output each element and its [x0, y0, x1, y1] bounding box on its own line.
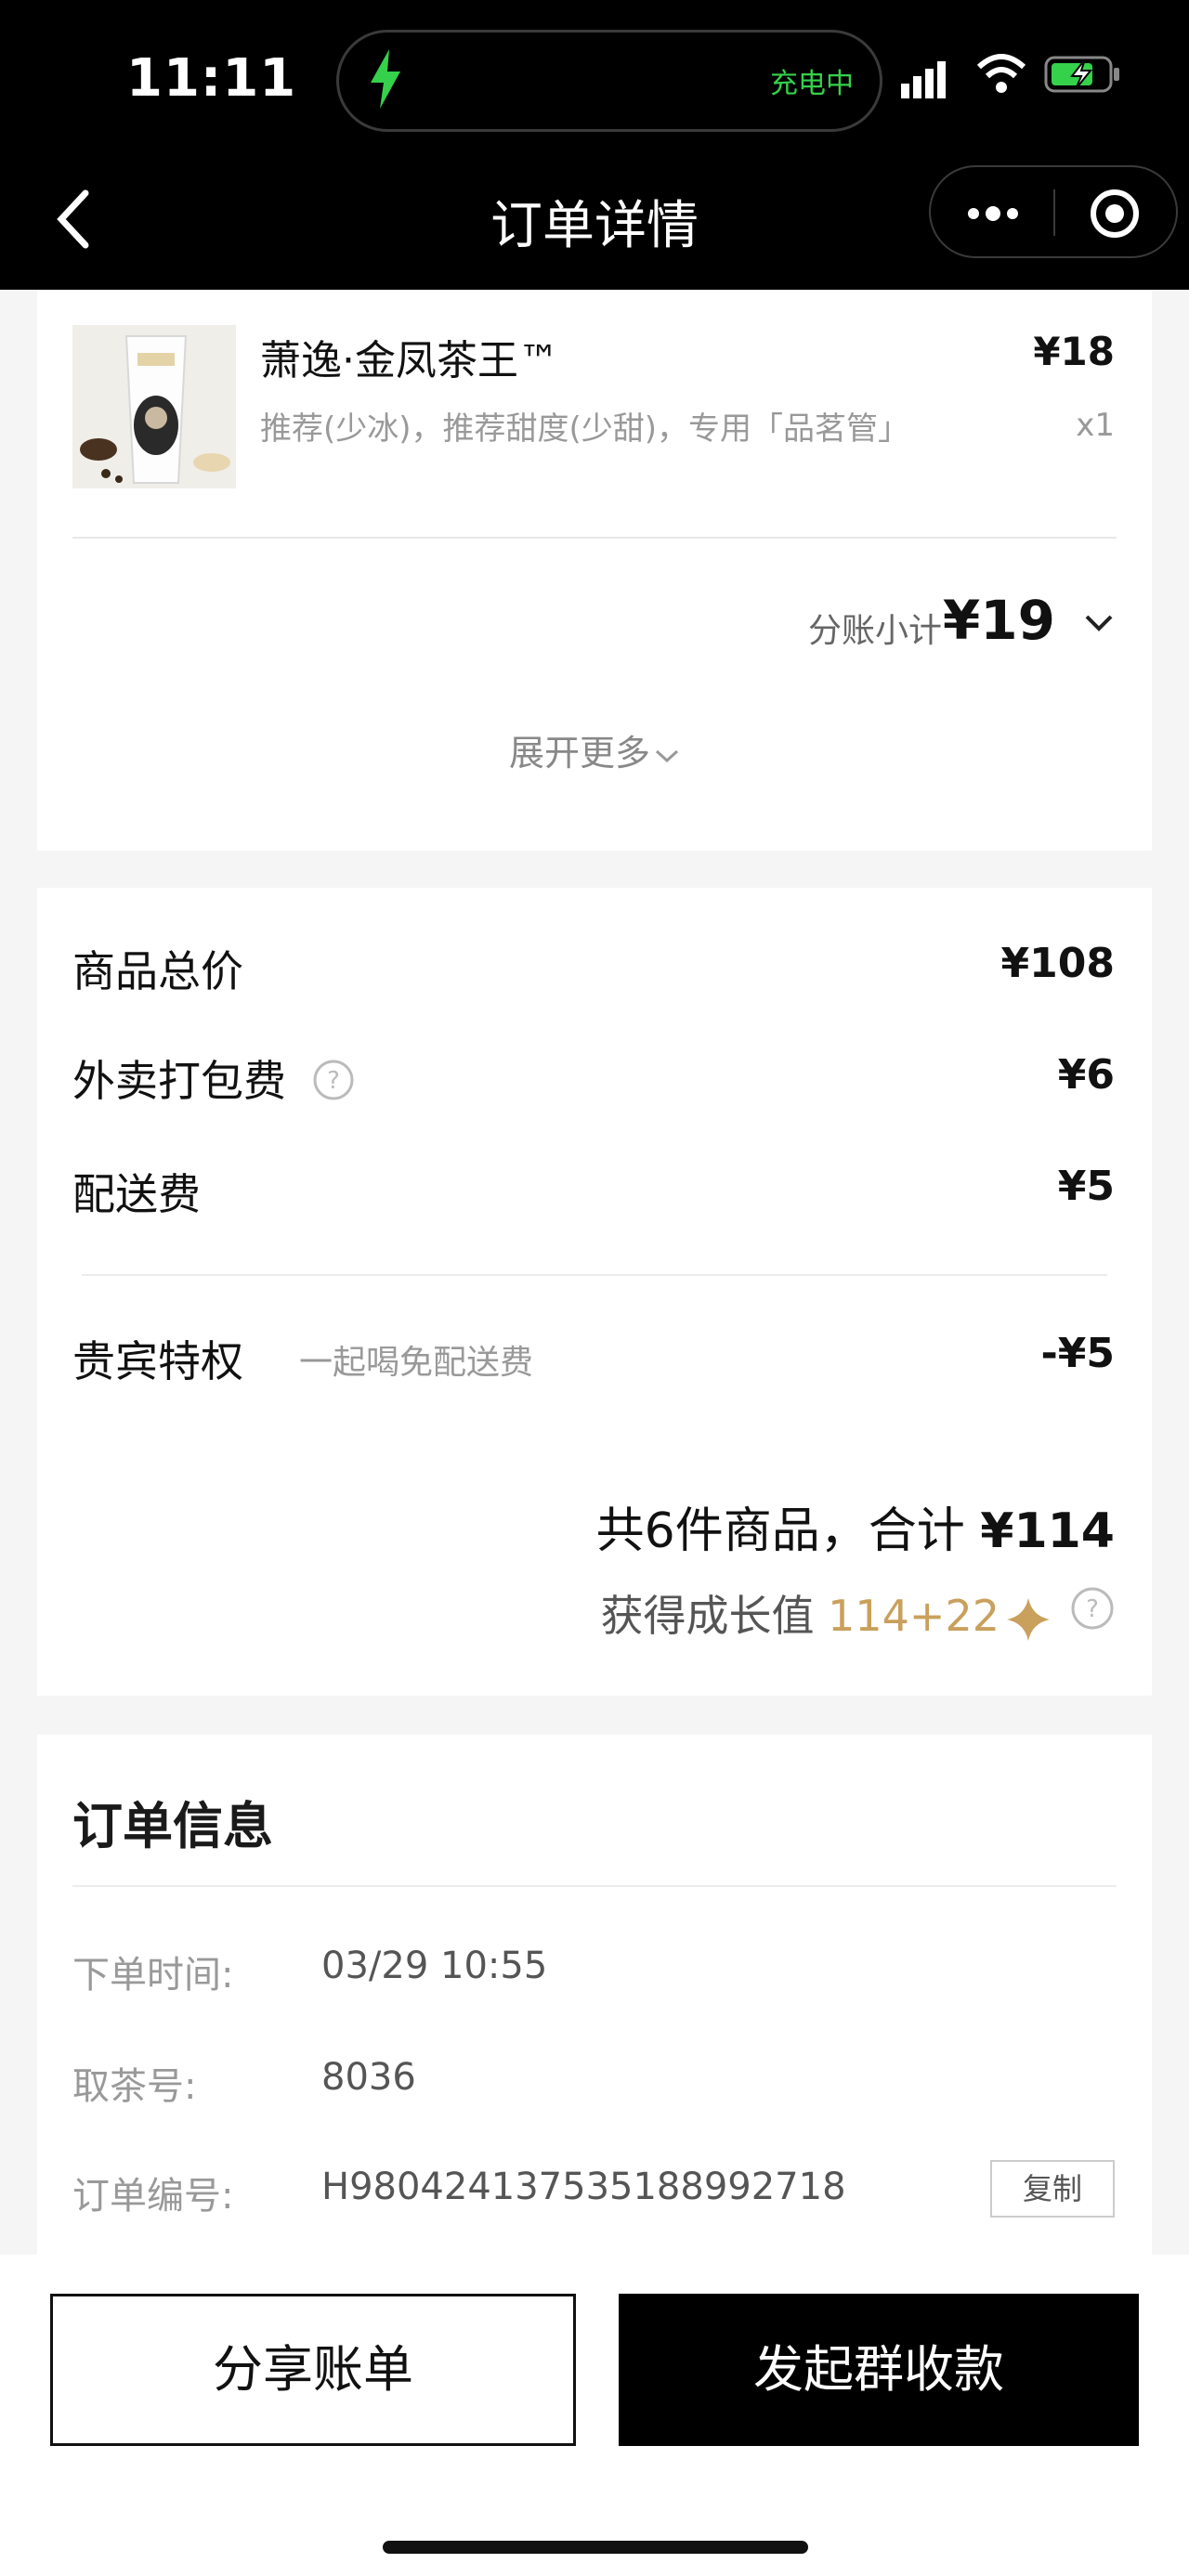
bottom-action-bar: 分享账单 发起群收款 [0, 2255, 1189, 2576]
divider [72, 1885, 1117, 1887]
goods-total-value: ¥108 [1000, 940, 1115, 987]
more-dots-icon[interactable] [966, 201, 1020, 227]
order-info-title: 订单信息 [72, 1797, 273, 1855]
item-options: 推荐(少冰)，推荐甜度(少甜)，专用「品茗管」 [260, 410, 910, 448]
battery-icon [1044, 56, 1119, 93]
svg-text:?: ? [327, 1067, 340, 1095]
chevron-down-icon[interactable] [1083, 611, 1115, 635]
growth-value: 114+22 [828, 1591, 1000, 1641]
total-value: ¥114 [980, 1503, 1115, 1559]
pickup-number-value: 8036 [321, 2056, 416, 2099]
delivery-fee-value: ¥5 [1057, 1163, 1115, 1210]
target-icon[interactable] [1089, 188, 1141, 240]
order-info-card: 订单信息 下单时间: 03/29 10:55 取茶号: 8036 订单编号: H… [37, 1735, 1152, 2255]
group-collect-button[interactable]: 发起群收款 [619, 2294, 1139, 2446]
order-number-value: H980424137535188992718 [321, 2166, 846, 2208]
signal-icon [901, 61, 946, 98]
divider [72, 537, 1117, 539]
item-quantity: x1 [1076, 407, 1115, 444]
expand-more-button[interactable]: 展开更多 [37, 724, 1152, 775]
total-prefix: 共6件商品，合计 [595, 1503, 965, 1559]
divider [82, 1274, 1107, 1276]
wifi-icon [977, 54, 1026, 93]
sparkle-icon [1007, 1597, 1050, 1641]
packing-fee-value: ¥6 [1057, 1051, 1115, 1099]
help-icon[interactable]: ? [312, 1059, 355, 1101]
growth-label: 获得成长值 [600, 1591, 815, 1641]
order-time-value: 03/29 10:55 [321, 1945, 548, 1987]
split-subtotal-label: 分账小计 [807, 612, 942, 650]
growth-summary: 获得成长值 114+22 [600, 1582, 1050, 1644]
vip-privilege-desc: 一起喝免配送费 [299, 1344, 534, 1382]
charging-label: 充电中 [770, 68, 854, 100]
order-number-label: 订单编号: [72, 2175, 234, 2218]
chevron-down-icon [655, 749, 679, 762]
dynamic-island: 充电中 [336, 30, 882, 132]
total-summary: 共6件商品，合计 ¥114 [596, 1491, 1115, 1561]
order-time-label: 下单时间: [72, 1954, 234, 1997]
vip-privilege-label: 贵宾特权 [72, 1336, 243, 1386]
fees-card: 商品总价 ¥108 外卖打包费 ? ¥6 配送费 ¥5 贵宾特权 一起喝免配送费… [37, 888, 1152, 1696]
order-items-card: 萧逸·金凤茶王™ ¥18 推荐(少冰)，推荐甜度(少甜)，专用「品茗管」 x1 … [37, 290, 1152, 851]
status-time: 11:11 [126, 48, 297, 109]
goods-total-label: 商品总价 [72, 946, 243, 996]
item-name: 萧逸·金凤茶王™ [260, 337, 559, 384]
item-price: ¥18 [1033, 329, 1115, 374]
expand-more-label: 展开更多 [508, 733, 650, 774]
share-bill-button[interactable]: 分享账单 [50, 2294, 576, 2446]
product-thumbnail [72, 325, 236, 488]
status-bar: 11:11 充电中 订单详情 [0, 0, 1189, 290]
copy-button[interactable]: 复制 [990, 2160, 1115, 2218]
vip-privilege-value: -¥5 [1040, 1330, 1116, 1377]
packing-fee-label: 外卖打包费 [72, 1056, 286, 1106]
charging-bolt-icon [371, 49, 400, 109]
split-subtotal-value: ¥19 [942, 589, 1055, 652]
svg-text:?: ? [1086, 1595, 1099, 1623]
tea-cup-image [72, 325, 236, 488]
capsule-divider [1053, 189, 1055, 236]
pickup-number-label: 取茶号: [72, 2065, 197, 2108]
delivery-fee-label: 配送费 [72, 1169, 201, 1219]
miniapp-capsule [929, 165, 1178, 258]
home-indicator[interactable] [383, 2541, 808, 2554]
help-icon[interactable]: ? [1070, 1586, 1115, 1631]
